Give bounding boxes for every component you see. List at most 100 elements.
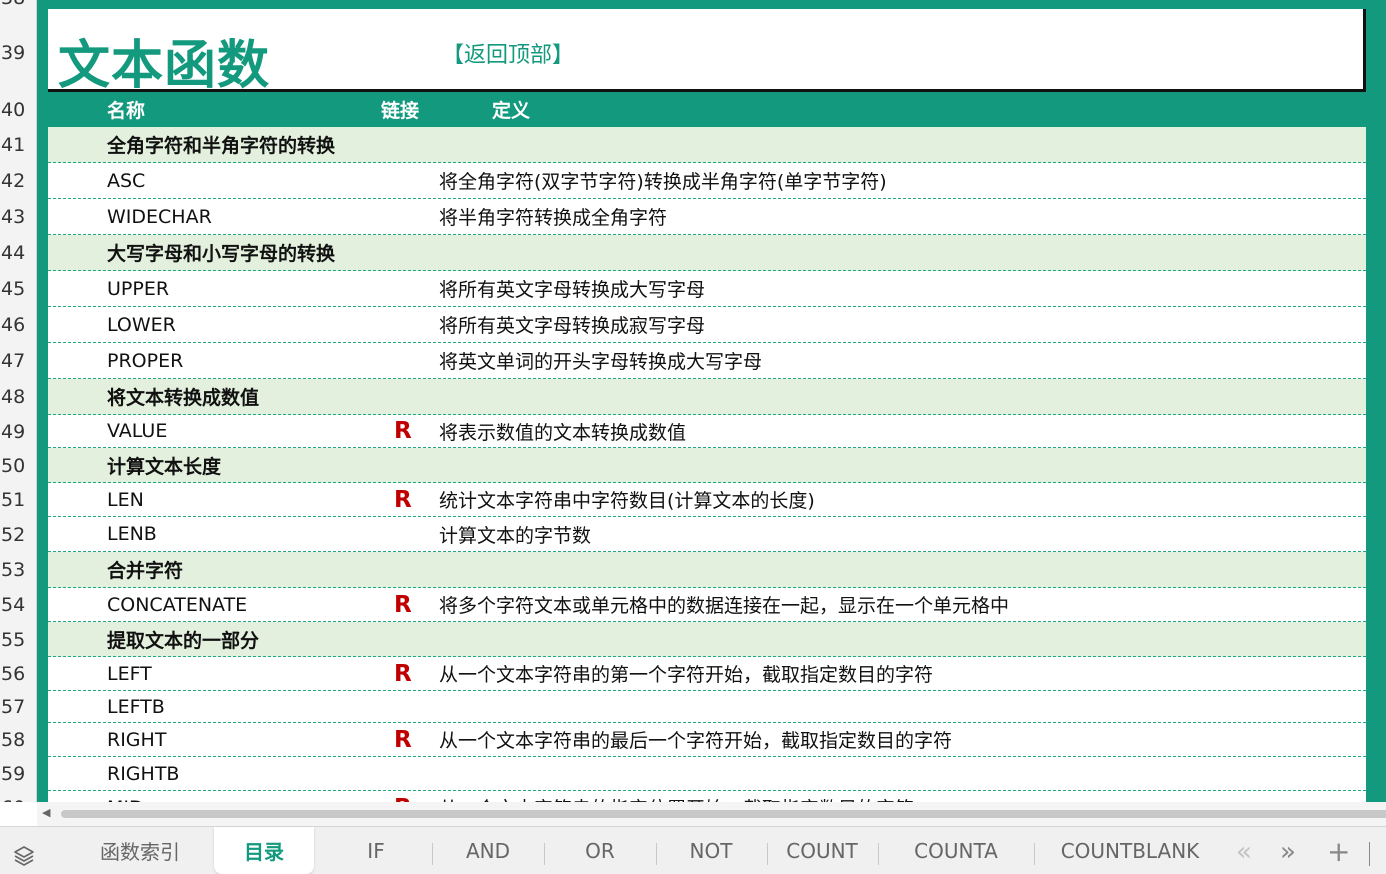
sheet-area: 文本函数 【返回顶部】 名称 链接 定义 全角字符和半角字符的转换 ASC 将全角字… xyxy=(37,0,1386,802)
row-number[interactable]: 60 xyxy=(0,791,36,802)
row-number[interactable]: 47 xyxy=(0,343,36,379)
row-number[interactable]: 46 xyxy=(0,307,36,343)
category-label[interactable]: 大写字母和小写字母的转换 xyxy=(107,235,335,270)
function-link[interactable]: R xyxy=(394,723,412,756)
function-row: WIDECHAR 将半角字符转换成全角字符 xyxy=(48,199,1366,235)
function-name-cell[interactable]: MID xyxy=(107,791,144,803)
tab-and[interactable]: AND xyxy=(434,827,542,874)
category-row: 大写字母和小写字母的转换 xyxy=(48,235,1366,271)
function-row: RIGHT R 从一个文本字符串的最后一个字符开始，截取指定数目的字符 xyxy=(48,723,1366,757)
double-chevron-left-icon[interactable]: « xyxy=(1236,837,1252,867)
function-row: UPPER 将所有英文字母转换成大写字母 xyxy=(48,271,1366,307)
function-link[interactable]: R xyxy=(394,791,412,803)
row-number[interactable]: 49 xyxy=(0,415,36,448)
row-number[interactable]: 58 xyxy=(0,723,36,757)
row-number[interactable]: 42 xyxy=(0,163,36,199)
function-name-cell[interactable]: RIGHTB xyxy=(107,757,179,790)
function-link[interactable]: R xyxy=(394,657,412,690)
plus-icon[interactable]: + xyxy=(1327,835,1350,868)
function-row: ASC 将全角字符(双字节字符)转换成半角字符(单字节字符) xyxy=(48,163,1366,199)
row-number[interactable]: 43 xyxy=(0,199,36,235)
function-row: PROPER 将英文单词的开头字母转换成大写字母 xyxy=(48,343,1366,379)
category-label[interactable]: 提取文本的一部分 xyxy=(107,622,259,656)
function-name-cell[interactable]: LEN xyxy=(107,483,144,516)
row-number[interactable]: 44 xyxy=(0,235,36,271)
header-definition: 定义 xyxy=(492,100,531,122)
function-row: LEFTB xyxy=(48,691,1366,723)
definition-cell[interactable]: 将英文单词的开头字母转换成大写字母 xyxy=(439,343,762,378)
tab-bar-divider xyxy=(1369,842,1370,866)
definition-cell[interactable]: 将半角字符转换成全角字符 xyxy=(439,199,667,234)
double-chevron-right-icon[interactable]: » xyxy=(1280,837,1296,867)
row-number[interactable]: 39 xyxy=(0,33,36,73)
function-name-cell[interactable]: PROPER xyxy=(107,343,183,378)
category-label[interactable]: 合并字符 xyxy=(107,552,183,587)
category-label[interactable]: 计算文本长度 xyxy=(107,448,221,482)
function-name-cell[interactable]: UPPER xyxy=(107,271,169,306)
function-name-cell[interactable]: LEFTB xyxy=(107,691,165,722)
tab-function-index[interactable]: 函数索引 xyxy=(68,827,212,874)
tab-counta[interactable]: COUNTA xyxy=(880,827,1032,874)
definition-cell[interactable]: 将全角字符(双字节字符)转换成半角字符(单字节字符) xyxy=(439,163,887,198)
category-row: 全角字符和半角字符的转换 xyxy=(48,127,1366,163)
tab-if[interactable]: IF xyxy=(322,827,430,874)
definition-cell[interactable]: 计算文本的字节数 xyxy=(439,517,591,551)
row-number[interactable]: 53 xyxy=(0,552,36,588)
row-number[interactable]: 50 xyxy=(0,448,36,483)
function-name-cell[interactable]: CONCATENATE xyxy=(107,588,247,621)
row-number[interactable]: 48 xyxy=(0,379,36,415)
function-name-cell[interactable]: WIDECHAR xyxy=(107,199,212,234)
row-number[interactable]: 51 xyxy=(0,483,36,517)
function-name-cell[interactable]: ASC xyxy=(107,163,145,198)
function-link[interactable]: R xyxy=(394,588,412,621)
sheet-tab-bar: 函数索引 目录 IF AND OR NOT COUNT COUNTA COUNTBLANK « … xyxy=(0,826,1386,874)
row-number[interactable]: 56 xyxy=(0,657,36,691)
back-to-top-link[interactable]: 【返回顶部】 xyxy=(442,37,574,69)
row-number[interactable]: 38 xyxy=(0,0,36,9)
tab-contents[interactable]: 目录 xyxy=(214,827,314,874)
row-number[interactable]: 40 xyxy=(0,92,36,127)
function-name-cell[interactable]: RIGHT xyxy=(107,723,166,756)
category-row: 提取文本的一部分 xyxy=(48,622,1366,657)
category-label[interactable]: 全角字符和半角字符的转换 xyxy=(107,127,335,162)
function-row: CONCATENATE R 将多个字符文本或单元格中的数据连接在一起，显示在一个单元… xyxy=(48,588,1366,622)
function-row: LOWER 将所有英文字母转换成寂写字母 xyxy=(48,307,1366,343)
sheet-title: 文本函数 xyxy=(58,36,271,96)
function-row: LEN R 统计文本字符串中字符数目(计算文本的长度) xyxy=(48,483,1366,517)
definition-cell[interactable]: 将多个字符文本或单元格中的数据连接在一起，显示在一个单元格中 xyxy=(439,588,1009,621)
horizontal-scrollbar[interactable]: ◀ xyxy=(37,802,1386,826)
row-number[interactable]: 59 xyxy=(0,757,36,791)
function-name-cell[interactable]: LENB xyxy=(107,517,157,551)
tab-not[interactable]: NOT xyxy=(657,827,765,874)
scrollbar-thumb[interactable] xyxy=(61,810,1386,818)
scroll-left-arrow-icon[interactable]: ◀ xyxy=(42,806,50,819)
tab-or[interactable]: OR xyxy=(546,827,654,874)
definition-cell[interactable]: 将所有英文字母转换成大写字母 xyxy=(439,271,705,306)
function-name-cell[interactable]: LOWER xyxy=(107,307,176,342)
row-number[interactable]: 45 xyxy=(0,271,36,307)
function-name-cell[interactable]: VALUE xyxy=(107,415,167,447)
category-row: 合并字符 xyxy=(48,552,1366,588)
function-link[interactable]: R xyxy=(394,415,412,447)
definition-cell[interactable]: 从一个文本字符串的最后一个字符开始，截取指定数目的字符 xyxy=(439,723,952,756)
header-link: 链接 xyxy=(381,100,420,122)
layers-icon[interactable] xyxy=(12,844,36,868)
function-name-cell[interactable]: LEFT xyxy=(107,657,152,690)
category-row: 计算文本长度 xyxy=(48,448,1366,483)
function-row: RIGHTB xyxy=(48,757,1366,791)
definition-cell[interactable]: 将所有英文字母转换成寂写字母 xyxy=(439,307,705,342)
tab-count[interactable]: COUNT xyxy=(768,827,876,874)
definition-cell[interactable]: 统计文本字符串中字符数目(计算文本的长度) xyxy=(439,483,815,516)
row-number[interactable]: 41 xyxy=(0,127,36,163)
category-label[interactable]: 将文本转换成数值 xyxy=(107,379,259,414)
function-link[interactable]: R xyxy=(394,483,412,516)
row-number[interactable]: 55 xyxy=(0,622,36,657)
row-number[interactable]: 52 xyxy=(0,517,36,552)
definition-cell[interactable]: 将表示数值的文本转换成数值 xyxy=(439,415,686,447)
row-number[interactable]: 54 xyxy=(0,588,36,622)
tab-countblank[interactable]: COUNTBLANK xyxy=(1035,827,1225,874)
tab-separator xyxy=(432,843,433,865)
definition-cell[interactable]: 从一个文本字符串的第一个字符开始，截取指定数目的字符 xyxy=(439,657,933,690)
row-number[interactable]: 57 xyxy=(0,691,36,723)
definition-cell[interactable]: 从一个文本字符串的指定位置开始，截取指定数目的字符 xyxy=(439,791,914,802)
